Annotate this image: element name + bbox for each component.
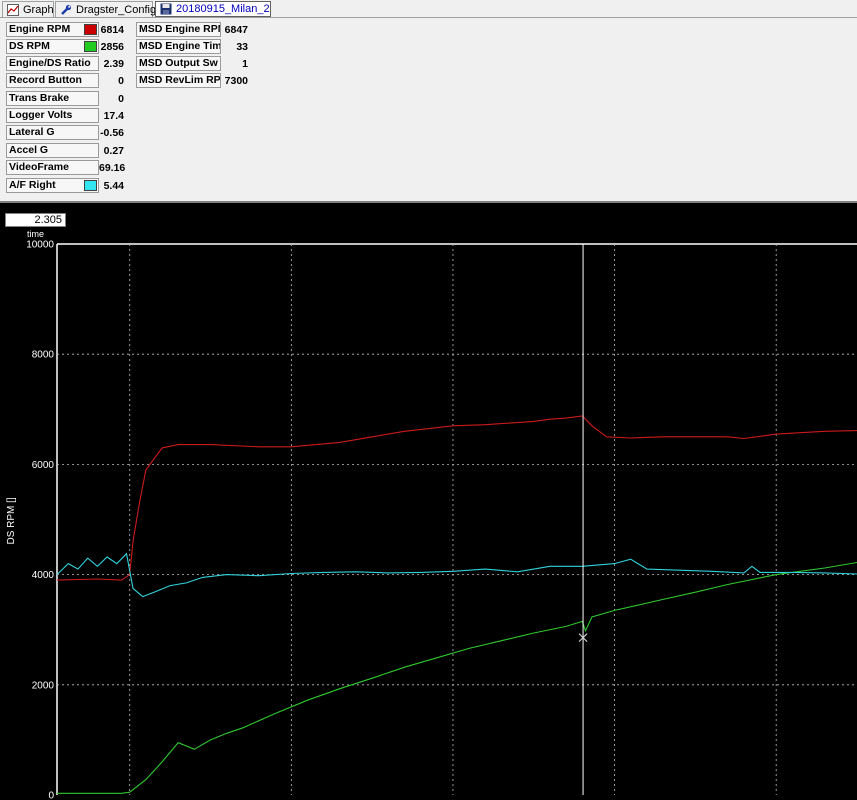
channel-label: MSD RevLim RPM <box>139 74 221 86</box>
graph-icon <box>7 3 19 16</box>
y-tick-label: 2000 <box>32 680 55 691</box>
y-tick-label: 6000 <box>32 460 55 471</box>
channel-value: 17.4 <box>103 109 124 122</box>
channel-label: MSD Engine RPM <box>139 23 221 35</box>
channel-accel-g[interactable]: Accel G 0.27 <box>6 143 124 158</box>
channel-label: Accel G <box>9 144 49 156</box>
channel-label: DS RPM <box>9 40 50 52</box>
tab-label: 20180915_Milan_2 <box>176 3 270 15</box>
channel-trans-brake[interactable]: Trans Brake 0 <box>6 91 124 106</box>
channel-logger-volts[interactable]: Logger Volts 17.4 <box>6 108 124 123</box>
series-line-1 <box>57 561 857 794</box>
channel-videoframe[interactable]: VideoFrame 69.16 <box>6 160 126 175</box>
channel-ds-rpm[interactable]: DS RPM 2856 <box>6 39 124 54</box>
tab-label: Graph <box>23 3 54 16</box>
time-cursor[interactable] <box>578 244 588 795</box>
tab-20180915-milan-2[interactable]: 20180915_Milan_2 <box>155 1 271 17</box>
y-tick-label: 8000 <box>32 350 55 361</box>
channel-value: 2.39 <box>103 57 124 70</box>
channel-af-right[interactable]: A/F Right 5.44 <box>6 178 124 193</box>
tab-label: Dragster_Config <box>76 3 157 16</box>
tab-dragster-config[interactable]: Dragster_Config <box>55 1 157 17</box>
floppy-disk-icon <box>160 3 172 15</box>
channel-value: 5.44 <box>103 179 124 192</box>
series-lines <box>56 415 857 794</box>
color-swatch <box>84 24 97 35</box>
channel-label: MSD Engine Timir <box>139 40 221 52</box>
channel-value: 1 <box>242 57 248 70</box>
channel-value: 69.16 <box>99 161 126 174</box>
y-axis-ticks: 10000 8000 6000 4000 2000 0 <box>26 240 54 800</box>
channel-value: 0.27 <box>103 144 124 157</box>
channel-value: 0 <box>118 92 124 105</box>
y-tick-label: 10000 <box>26 240 54 251</box>
channel-values-panel: Engine RPM 6814 DS RPM 2856 Engine/DS Ra… <box>0 18 857 203</box>
channel-value: 6847 <box>224 23 248 36</box>
channel-value: 2856 <box>100 40 124 53</box>
channel-label: Trans Brake <box>9 92 70 104</box>
channel-msd-output-sw-1[interactable]: MSD Output Sw 1 1 <box>136 56 248 71</box>
wrench-icon <box>60 4 72 16</box>
channel-label: A/F Right <box>9 179 56 191</box>
tab-graph[interactable]: Graph <box>2 1 54 17</box>
channel-label: Logger Volts <box>9 109 73 121</box>
channel-value: 7300 <box>224 74 248 87</box>
y-tick-label: 4000 <box>32 570 55 581</box>
channel-engine-ds-ratio[interactable]: Engine/DS Ratio 2.39 <box>6 56 124 71</box>
channel-label: Record Button <box>9 74 82 86</box>
y-axis-label: DS RPM [] <box>6 497 17 544</box>
channel-label: Engine RPM <box>9 23 71 35</box>
channel-label: Engine/DS Ratio <box>9 57 91 69</box>
channel-label: VideoFrame <box>9 161 69 173</box>
channel-value: 33 <box>236 40 248 53</box>
color-swatch <box>84 180 97 191</box>
channel-label: Lateral G <box>9 126 55 138</box>
channel-msd-engine-rpm[interactable]: MSD Engine RPM 6847 <box>136 22 248 37</box>
rpm-graph[interactable]: 10000 8000 6000 4000 2000 0 DS RPM [] <box>0 205 857 800</box>
color-swatch <box>84 41 97 52</box>
y-tick-label: 0 <box>48 791 54 800</box>
channel-label: MSD Output Sw 1 <box>139 57 221 69</box>
series-line-2 <box>56 552 857 598</box>
channel-lateral-g[interactable]: Lateral G -0.56 <box>6 125 124 140</box>
channel-value: -0.56 <box>100 126 124 139</box>
series-line-0 <box>56 415 857 581</box>
tab-strip: Graph Dragster_Config 20180915_Milan_2 <box>0 0 857 18</box>
channel-value: 6814 <box>100 23 124 36</box>
channel-msd-revlim-rpm[interactable]: MSD RevLim RPM 7300 <box>136 73 248 88</box>
channel-record-button[interactable]: Record Button 0 <box>6 73 124 88</box>
channel-msd-engine-timing[interactable]: MSD Engine Timir 33 <box>136 39 248 54</box>
channel-engine-rpm[interactable]: Engine RPM 6814 <box>6 22 124 37</box>
grid <box>56 243 857 795</box>
channel-value: 0 <box>118 74 124 87</box>
